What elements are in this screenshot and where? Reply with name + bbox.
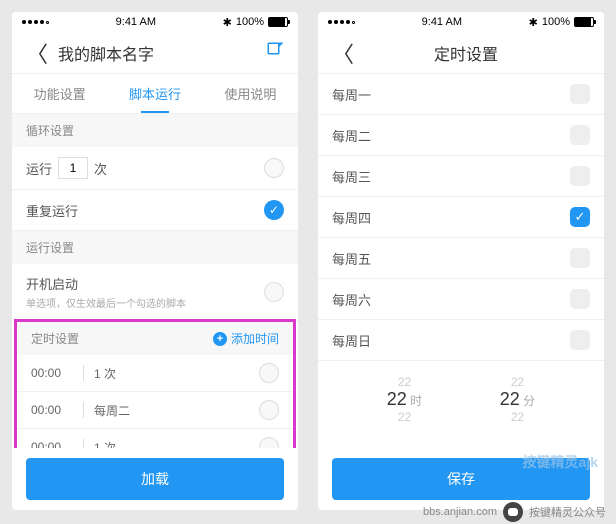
edit-icon[interactable] xyxy=(266,41,284,64)
footer: bbs.anjian.com 按键精灵公众号 xyxy=(423,502,606,522)
day-checkbox-checked[interactable]: ✓ xyxy=(570,207,590,227)
phone-right: 9:41 AM ✱100% 〈 定时设置 每周一 每周二 每周三 每周四✓ 每周… xyxy=(318,12,604,510)
save-button[interactable]: 保存 xyxy=(332,458,590,500)
repeat-row[interactable]: 重复运行 ✓ xyxy=(12,190,298,231)
add-time-button[interactable]: +添加时间 xyxy=(213,330,279,347)
repeat-check-icon[interactable]: ✓ xyxy=(264,200,284,220)
day-sat[interactable]: 每周六 xyxy=(318,279,604,320)
run-times-row: 运行 次 xyxy=(12,147,298,190)
section-loop: 循环设置 xyxy=(12,114,298,147)
back-icon[interactable]: 〈 xyxy=(332,37,354,69)
page-title: 我的脚本名字 xyxy=(58,41,266,65)
status-time: 9:41 AM xyxy=(422,16,462,28)
boot-row[interactable]: 开机启动 单选项，仅生效最后一个勾选的脚本 xyxy=(12,264,298,321)
scroll-area[interactable]: 每周一 每周二 每周三 每周四✓ 每周五 每周六 每周日 2222 时22 22… xyxy=(318,74,604,448)
day-checkbox[interactable] xyxy=(570,330,590,350)
day-wed[interactable]: 每周三 xyxy=(318,156,604,197)
day-sun[interactable]: 每周日 xyxy=(318,320,604,361)
tab-function[interactable]: 功能设置 xyxy=(12,74,107,113)
tabs: 功能设置 脚本运行 使用说明 xyxy=(12,74,298,114)
timer-radio[interactable] xyxy=(259,437,279,448)
day-checkbox[interactable] xyxy=(570,84,590,104)
day-checkbox[interactable] xyxy=(570,125,590,145)
timer-row[interactable]: 00:00每周二 xyxy=(17,392,293,429)
boot-radio[interactable] xyxy=(264,282,284,302)
page-title: 定时设置 xyxy=(364,41,568,65)
timer-highlight: 定时设置 +添加时间 00:001 次 00:00每周二 00:001 次 xyxy=(14,319,296,448)
status-time: 9:41 AM xyxy=(116,16,156,28)
section-timer: 定时设置 +添加时间 xyxy=(17,322,293,355)
tab-script-run[interactable]: 脚本运行 xyxy=(107,74,202,113)
status-bar: 9:41 AM ✱100% xyxy=(318,12,604,32)
timer-row[interactable]: 00:001 次 xyxy=(17,429,293,448)
section-run: 运行设置 xyxy=(12,231,298,264)
status-bar: 9:41 AM ✱100% xyxy=(12,12,298,32)
day-checkbox[interactable] xyxy=(570,248,590,268)
day-checkbox[interactable] xyxy=(570,166,590,186)
day-mon[interactable]: 每周一 xyxy=(318,74,604,115)
time-picker[interactable]: 2222 时22 2222 分22 xyxy=(318,361,604,430)
nav-bar: 〈 定时设置 xyxy=(318,32,604,74)
day-tue[interactable]: 每周二 xyxy=(318,115,604,156)
run-times-radio[interactable] xyxy=(264,158,284,178)
scroll-area[interactable]: 循环设置 运行 次 重复运行 ✓ 运行设置 开机启动 单选项，仅生效最后一个勾选… xyxy=(12,114,298,448)
nav-bar: 〈 我的脚本名字 xyxy=(12,32,298,74)
timer-radio[interactable] xyxy=(259,400,279,420)
day-checkbox[interactable] xyxy=(570,289,590,309)
plus-icon: + xyxy=(213,332,227,346)
day-thu[interactable]: 每周四✓ xyxy=(318,197,604,238)
day-fri[interactable]: 每周五 xyxy=(318,238,604,279)
wechat-icon xyxy=(503,502,523,522)
back-icon[interactable]: 〈 xyxy=(26,37,48,69)
load-button[interactable]: 加载 xyxy=(26,458,284,500)
timer-radio[interactable] xyxy=(259,363,279,383)
tab-usage[interactable]: 使用说明 xyxy=(203,74,298,113)
timer-row[interactable]: 00:001 次 xyxy=(17,355,293,392)
run-count-input[interactable] xyxy=(58,157,88,179)
phone-left: 9:41 AM ✱100% 〈 我的脚本名字 功能设置 脚本运行 使用说明 循环… xyxy=(12,12,298,510)
